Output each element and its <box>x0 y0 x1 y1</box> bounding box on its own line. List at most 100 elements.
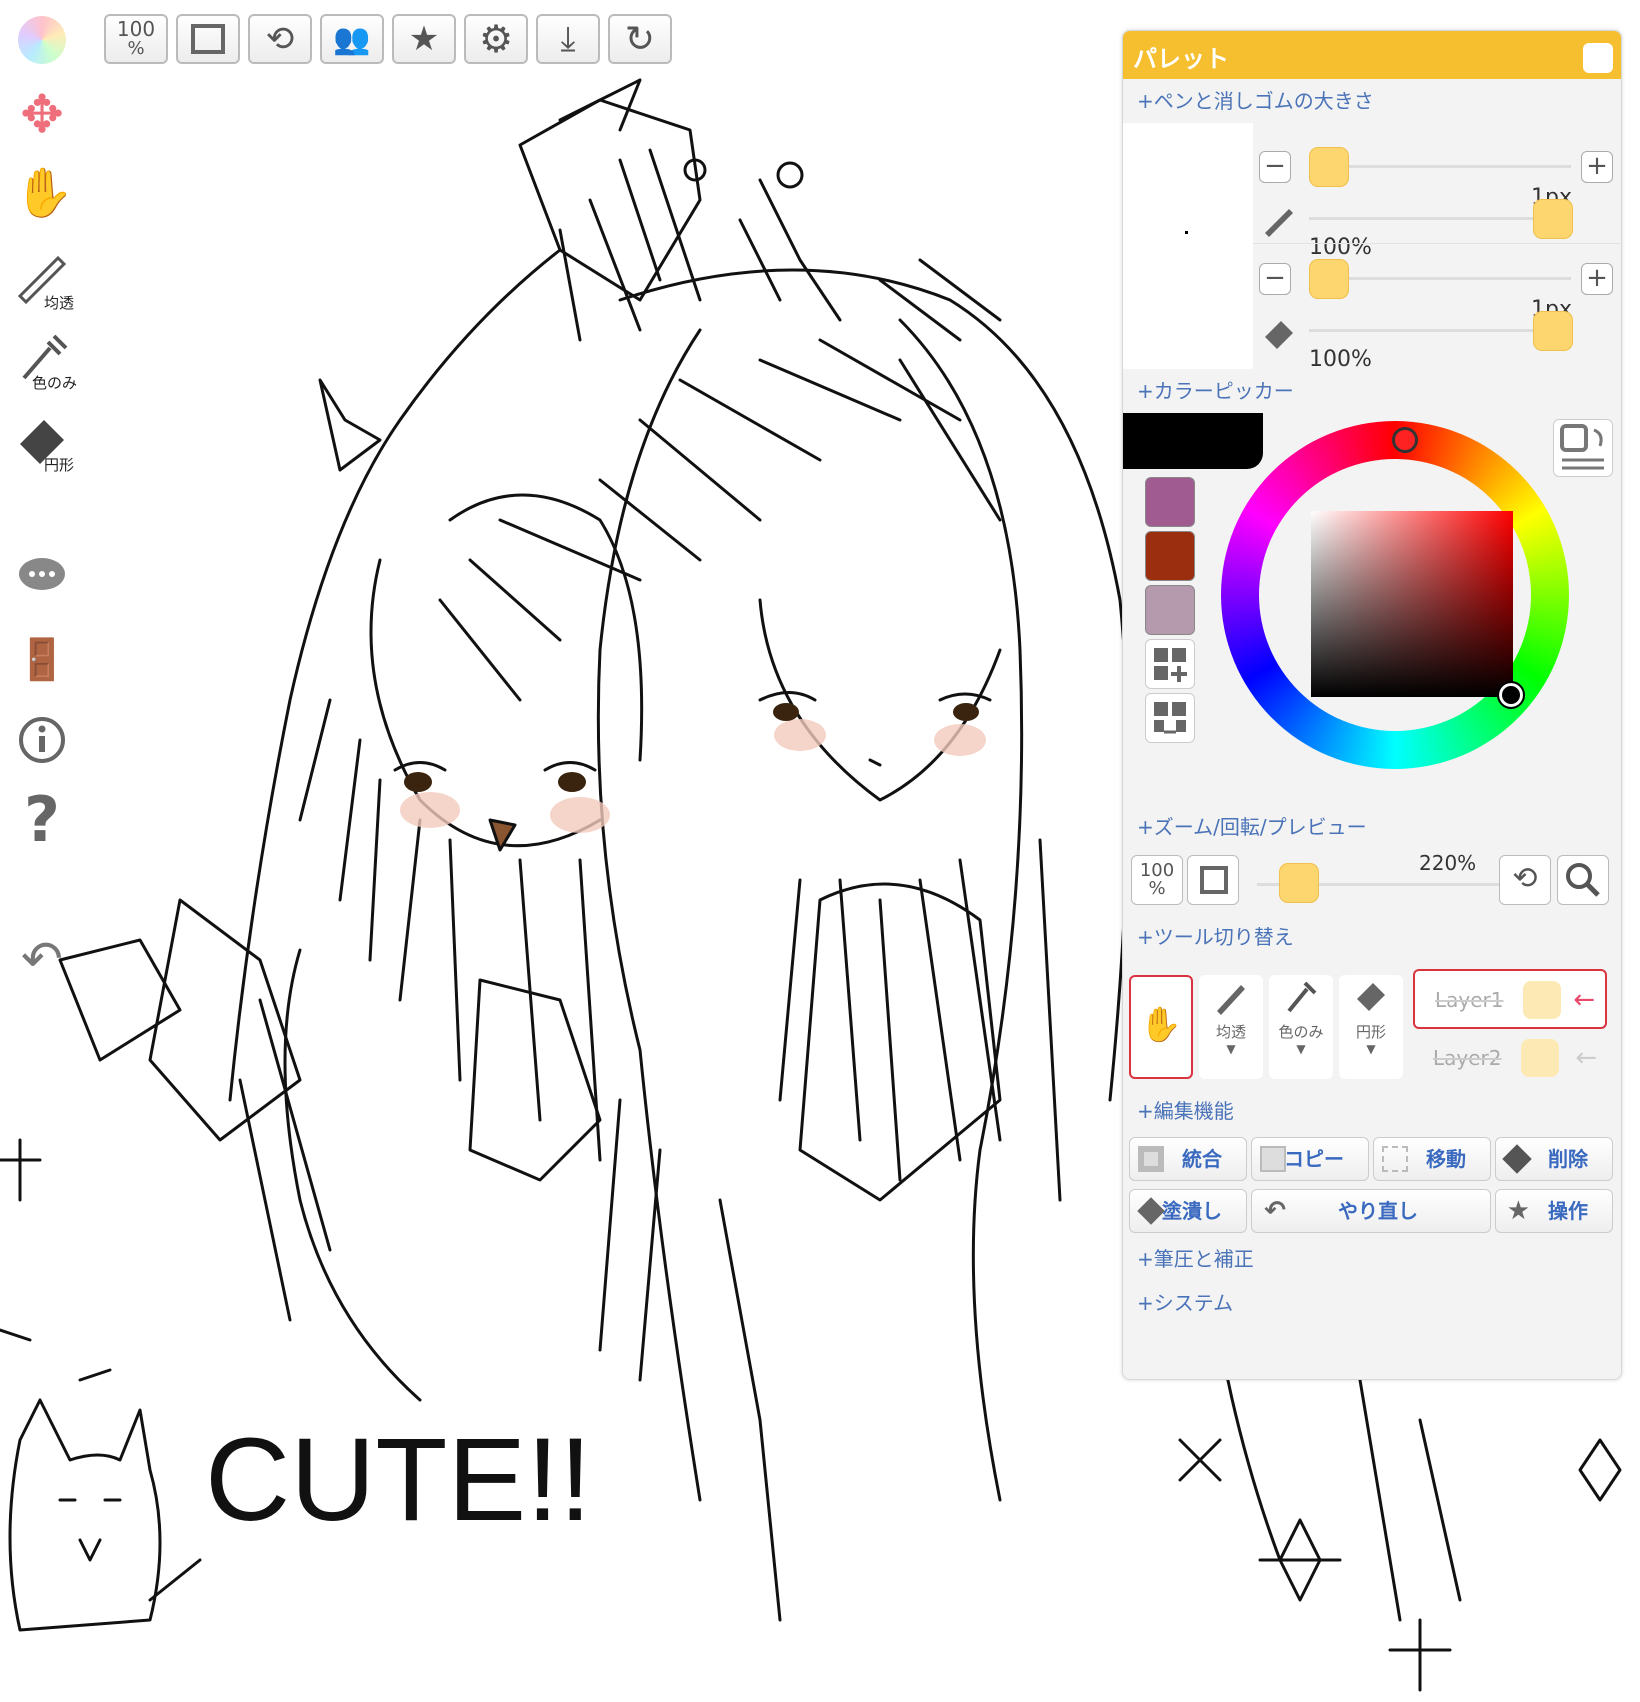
zoom-rotate-preview-section[interactable]: +ズーム/回転/プレビュー <box>1123 805 1621 849</box>
hue-selector[interactable] <box>1392 427 1418 453</box>
color-swatch-2[interactable] <box>1145 531 1195 581</box>
dropper-slot-label: 色のみ <box>1278 1023 1324 1041</box>
settings-button[interactable]: ⚙ <box>464 14 528 64</box>
zoom-value: 220% <box>1419 851 1477 875</box>
saturation-value-selector[interactable] <box>1497 681 1525 709</box>
rotate-reset-button[interactable]: ⟲ <box>248 14 312 64</box>
download-icon: ⤓ <box>560 19 576 59</box>
merge-label: 統合 <box>1182 1147 1222 1171</box>
eraser-tool[interactable]: 円形 <box>14 410 74 474</box>
rotate-reset-icon: ⟲ <box>265 19 295 59</box>
undo-icon[interactable]: ↶ <box>14 930 70 988</box>
pen-slot-label: 均透 <box>1215 1023 1246 1041</box>
eraser-icon <box>1265 321 1293 349</box>
palette-fit-button[interactable] <box>1187 855 1239 905</box>
dropper-slot-icon <box>1287 981 1317 1013</box>
merge-button[interactable]: 統合 <box>1129 1137 1247 1181</box>
dropper-tool[interactable]: 色のみ <box>14 328 77 392</box>
add-swatch-icon <box>1154 648 1187 682</box>
eraser-size-knob[interactable] <box>1309 259 1349 299</box>
layer-2-label: Layer2 <box>1433 1046 1502 1070</box>
action-button[interactable]: ★ 操作 <box>1495 1189 1613 1233</box>
swap-swatch-button[interactable] <box>1145 693 1195 743</box>
zoom-100-button[interactable]: 100 % <box>104 14 168 64</box>
favorite-button[interactable]: ★ <box>392 14 456 64</box>
layer-arrow-icon: ← <box>1575 1043 1597 1073</box>
copy-label: コピー <box>1284 1147 1344 1171</box>
active-layer-arrow-icon: ← <box>1573 985 1595 1015</box>
palette-minimize-button[interactable] <box>1583 43 1613 73</box>
dropper-tool-slot[interactable]: 色のみ ▼ <box>1269 975 1333 1079</box>
pen-tool-slot[interactable]: 均透 ▼ <box>1199 975 1263 1079</box>
palette-zoom-100-button[interactable]: 100 % <box>1131 855 1183 905</box>
move-arrows-icon[interactable]: ✥ <box>14 89 70 146</box>
add-swatch-button[interactable] <box>1145 639 1195 689</box>
chat-icon[interactable] <box>14 556 70 606</box>
current-color-swatch[interactable] <box>1123 413 1263 469</box>
users-button[interactable]: 👥 <box>320 14 384 64</box>
fill-button[interactable]: 塗潰し <box>1129 1189 1247 1233</box>
gear-icon: ⚙ <box>478 17 514 61</box>
edit-functions-section[interactable]: +編集機能 <box>1123 1089 1621 1133</box>
download-button[interactable]: ⤓ <box>536 14 600 64</box>
rotate-reset-palette-button[interactable]: ⟲ <box>1499 855 1551 905</box>
zoom-percent-label: % <box>127 38 145 59</box>
eraser-opacity-knob[interactable] <box>1533 311 1573 351</box>
layer-1-row[interactable]: Layer1 ← <box>1413 969 1607 1029</box>
eraser-size-increase-button[interactable]: + <box>1581 263 1613 295</box>
dropper-tool-label: 色のみ <box>32 374 78 392</box>
eraser-opacity-slider[interactable] <box>1309 329 1571 332</box>
refresh-button[interactable]: ↻ <box>608 14 672 64</box>
delete-button[interactable]: 削除 <box>1495 1137 1613 1181</box>
pen-tool[interactable]: 均透 <box>14 248 74 312</box>
info-icon[interactable] <box>14 716 70 768</box>
layer-2-row[interactable]: Layer2 ← <box>1413 1029 1607 1089</box>
action-label: 操作 <box>1548 1199 1588 1223</box>
help-icon[interactable]: ? <box>14 789 70 851</box>
exit-icon[interactable]: 🚪 <box>14 636 70 688</box>
canvas-cute-text: CUTE!! <box>205 1414 592 1546</box>
undo-arrow-icon: ↶ <box>1264 1196 1286 1226</box>
color-swatch-3[interactable] <box>1145 585 1195 635</box>
eraser-slot-label: 円形 <box>1355 1023 1386 1041</box>
fit-screen-button[interactable] <box>176 14 240 64</box>
redo-label: やり直し <box>1338 1199 1418 1223</box>
hand-tool-icon: ✋ <box>1139 1005 1183 1045</box>
color-picker-section[interactable]: +カラーピッカー <box>1123 369 1621 413</box>
delete-label: 削除 <box>1548 1147 1588 1171</box>
pen-eraser-size-section[interactable]: +ペンと消しゴムの大きさ <box>1123 79 1621 123</box>
move-icon <box>1382 1146 1408 1172</box>
tool-switch-section[interactable]: +ツール切り替え <box>1123 915 1621 959</box>
redo-button[interactable]: ↶ やり直し <box>1251 1189 1491 1233</box>
palette-zoom-percent-label: % <box>1148 878 1166 899</box>
refresh-icon: ↻ <box>624 18 656 60</box>
move-button[interactable]: 移動 <box>1373 1137 1491 1181</box>
color-mode-button[interactable] <box>1553 419 1613 477</box>
color-wheel-icon[interactable] <box>14 16 70 68</box>
zoom-knob[interactable] <box>1279 863 1319 903</box>
magnifier-icon <box>1566 863 1600 897</box>
pen-opacity-value: 100% <box>1309 235 1372 260</box>
layer-1-visibility[interactable] <box>1523 981 1561 1019</box>
chevron-down-icon: ▼ <box>1366 1042 1376 1056</box>
eraser-size-decrease-button[interactable]: − <box>1259 263 1291 295</box>
palette-header[interactable]: パレット <box>1123 31 1621 79</box>
fill-label: 塗潰し <box>1162 1199 1222 1223</box>
paint-bucket-icon <box>1137 1197 1165 1225</box>
pen-size-decrease-button[interactable]: − <box>1259 151 1291 183</box>
layer-2-visibility[interactable] <box>1521 1039 1559 1077</box>
color-swatch-1[interactable] <box>1145 477 1195 527</box>
pen-size-knob[interactable] <box>1309 147 1349 187</box>
pen-size-increase-button[interactable]: + <box>1581 151 1613 183</box>
copy-icon <box>1260 1146 1286 1172</box>
preview-button[interactable] <box>1557 855 1609 905</box>
pressure-correction-section[interactable]: +筆圧と補正 <box>1123 1237 1621 1281</box>
pen-opacity-slider[interactable] <box>1309 217 1571 220</box>
saturation-value-square[interactable] <box>1311 511 1513 697</box>
eraser-tool-slot[interactable]: 円形 ▼ <box>1339 975 1403 1079</box>
system-section[interactable]: +システム <box>1123 1281 1621 1325</box>
hand-tool-slot[interactable]: ✋ <box>1129 975 1193 1079</box>
copy-button[interactable]: コピー <box>1251 1137 1369 1181</box>
pen-opacity-knob[interactable] <box>1533 199 1573 239</box>
hand-icon[interactable]: ✋ <box>14 168 74 224</box>
